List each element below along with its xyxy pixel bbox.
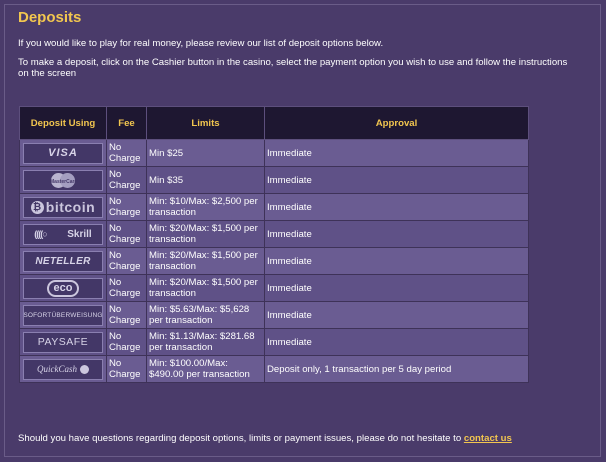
- table-row: ₿ bitcoin No Charge Min: $10/Max: $2,500…: [19, 193, 529, 221]
- approval-cell: Deposit only, 1 transaction per 5 day pe…: [264, 355, 529, 383]
- approval-cell: Immediate: [264, 166, 529, 194]
- approval-cell: Immediate: [264, 328, 529, 356]
- table-row: QuickCash No Charge Min: $100.00/Max: $4…: [19, 355, 529, 383]
- payment-logo-cell: NETELLER: [19, 247, 107, 275]
- quickcash-logo-text: QuickCash: [37, 363, 77, 374]
- fee-cell: No Charge: [106, 139, 147, 167]
- page-title: Deposits: [18, 9, 82, 26]
- limits-cell: Min: $20/Max: $1,500 per transaction: [146, 247, 265, 275]
- fee-cell: No Charge: [106, 247, 147, 275]
- table-row: eco No Charge Min: $20/Max: $1,500 per t…: [19, 274, 529, 302]
- payment-logo-cell: ₿ bitcoin: [19, 193, 107, 221]
- approval-cell: Immediate: [264, 220, 529, 248]
- quickcash-logo: QuickCash: [23, 358, 103, 380]
- table-row: SOFORTÜBERWEISUNG No Charge Min: $5.63/M…: [19, 301, 529, 329]
- bitcoin-logo-text: bitcoin: [45, 198, 96, 215]
- bitcoin-icon: ₿: [30, 200, 44, 214]
- header-limits: Limits: [146, 106, 265, 140]
- fee-cell: No Charge: [106, 274, 147, 302]
- mastercard-logo-text: MasterCard: [50, 178, 78, 185]
- intro-text: If you would like to play for real money…: [18, 38, 384, 49]
- limits-cell: Min: $5.63/Max: $5,628 per transaction: [146, 301, 265, 329]
- limits-cell: Min: $100.00/Max: $490.00 per transactio…: [146, 355, 265, 383]
- limits-cell: Min $35: [146, 166, 265, 194]
- limits-cell: Min: $20/Max: $1,500 per transaction: [146, 274, 265, 302]
- quickcash-mark-icon: [80, 364, 89, 374]
- payment-logo-cell: QuickCash: [19, 355, 107, 383]
- approval-cell: Immediate: [264, 301, 529, 329]
- skrill-waves-icon: ((((○: [34, 228, 47, 239]
- table-row: NETELLER No Charge Min: $20/Max: $1,500 …: [19, 247, 529, 275]
- limits-cell: Min $25: [146, 139, 265, 167]
- limits-cell: Min: $10/Max: $2,500 per transaction: [146, 193, 265, 221]
- table-row: PAYSAFE No Charge Min: $1.13/Max: $281.6…: [19, 328, 529, 356]
- limits-cell: Min: $1.13/Max: $281.68 per transaction: [146, 328, 265, 356]
- visa-logo-text: VISA: [48, 146, 78, 159]
- header-deposit-using: Deposit Using: [19, 106, 107, 140]
- approval-cell: Immediate: [264, 139, 529, 167]
- fee-cell: No Charge: [106, 301, 147, 329]
- mastercard-circles-icon: MasterCard: [49, 172, 78, 188]
- fee-cell: No Charge: [106, 220, 147, 248]
- payment-logo-cell: SOFORTÜBERWEISUNG: [19, 301, 107, 329]
- payment-logo-cell: ((((○ Skrill: [19, 220, 107, 248]
- eco-logo: eco: [23, 277, 103, 299]
- skrill-logo-text: Skrill: [67, 228, 92, 240]
- sofort-logo: SOFORTÜBERWEISUNG: [23, 304, 103, 326]
- deposit-options-table: Deposit Using Fee Limits Approval VISA N…: [19, 106, 529, 383]
- mastercard-logo: MasterCard: [23, 169, 103, 191]
- payment-logo-cell: VISA: [19, 139, 107, 167]
- header-approval: Approval: [264, 106, 529, 140]
- contact-us-link[interactable]: contact us: [464, 433, 512, 444]
- paysafe-logo-text: PAYSAFE: [37, 335, 89, 348]
- footer-text: Should you have questions regarding depo…: [18, 433, 512, 444]
- table-row: VISA No Charge Min $25 Immediate: [19, 139, 529, 167]
- table-header-row: Deposit Using Fee Limits Approval: [19, 106, 529, 140]
- payment-logo-cell: MasterCard: [19, 166, 107, 194]
- fee-cell: No Charge: [106, 355, 147, 383]
- table-row: ((((○ Skrill No Charge Min: $20/Max: $1,…: [19, 220, 529, 248]
- visa-logo: VISA: [23, 142, 103, 164]
- fee-cell: No Charge: [106, 166, 147, 194]
- payment-logo-cell: eco: [19, 274, 107, 302]
- neteller-logo-text: NETELLER: [35, 255, 91, 267]
- approval-cell: Immediate: [264, 193, 529, 221]
- approval-cell: Immediate: [264, 274, 529, 302]
- instructions-text: To make a deposit, click on the Cashier …: [18, 57, 568, 79]
- neteller-logo: NETELLER: [23, 250, 103, 272]
- bitcoin-logo: ₿ bitcoin: [23, 196, 103, 218]
- fee-cell: No Charge: [106, 193, 147, 221]
- eco-logo-text: eco: [46, 279, 80, 297]
- approval-cell: Immediate: [264, 247, 529, 275]
- fee-cell: No Charge: [106, 328, 147, 356]
- footer-message: Should you have questions regarding depo…: [18, 433, 462, 444]
- table-row: MasterCard No Charge Min $35 Immediate: [19, 166, 529, 194]
- header-fee: Fee: [106, 106, 147, 140]
- limits-cell: Min: $20/Max: $1,500 per transaction: [146, 220, 265, 248]
- payment-logo-cell: PAYSAFE: [19, 328, 107, 356]
- paysafe-logo: PAYSAFE: [23, 331, 103, 353]
- sofort-logo-text: SOFORTÜBERWEISUNG: [23, 311, 103, 319]
- skrill-logo: ((((○ Skrill: [23, 223, 103, 245]
